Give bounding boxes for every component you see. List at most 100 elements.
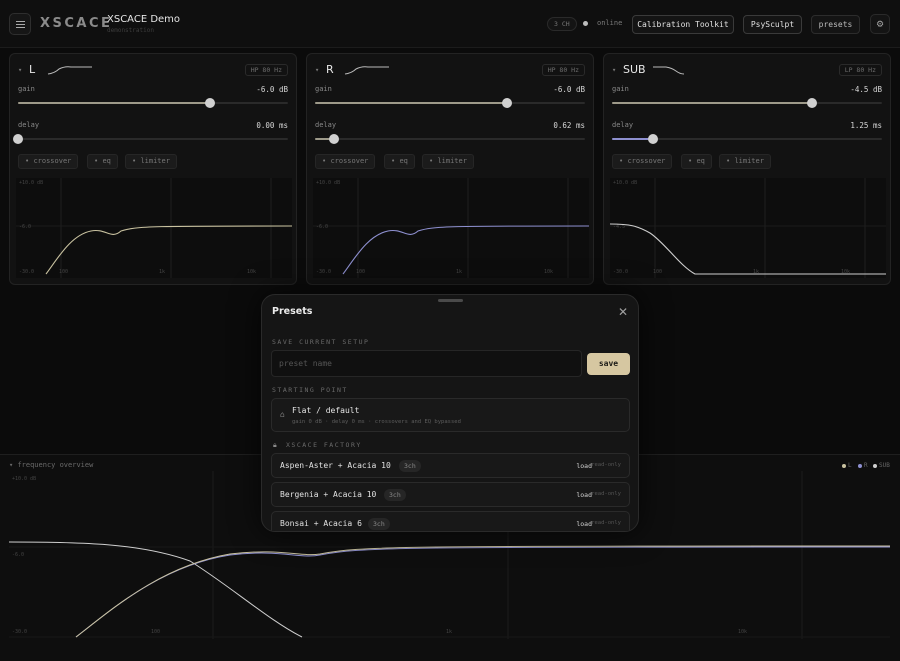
- preset-name: Aspen-Aster + Acacia 10: [280, 461, 391, 470]
- legend-r: R: [858, 462, 868, 469]
- limiter-toggle[interactable]: • limiter: [125, 154, 177, 169]
- channel-badge: 3ch: [368, 518, 390, 530]
- gain-slider[interactable]: [612, 98, 882, 108]
- preset-name-input[interactable]: [271, 350, 582, 377]
- collapse-chevron-icon[interactable]: ▾: [612, 66, 616, 74]
- crossover-toggle[interactable]: • crossover: [18, 154, 79, 169]
- collapse-chevron-icon[interactable]: ▾: [18, 66, 22, 74]
- drag-handle[interactable]: [438, 299, 463, 302]
- sub-curve: [8, 541, 303, 638]
- svg-text:10k: 10k: [544, 269, 553, 275]
- r-curve: [75, 546, 891, 638]
- delay-value: 1.25 ms: [850, 121, 882, 130]
- delay-slider-thumb[interactable]: [328, 134, 339, 144]
- channel-name: SUB: [623, 63, 646, 76]
- load-button[interactable]: load: [576, 462, 592, 470]
- svg-text:-30.0: -30.0: [613, 269, 628, 275]
- eq-toggle[interactable]: • eq: [87, 154, 118, 169]
- delay-label: delay: [315, 121, 337, 129]
- delay-slider[interactable]: [315, 134, 585, 144]
- close-button[interactable]: ✕: [618, 305, 628, 319]
- svg-text:+10.0 dB: +10.0 dB: [19, 180, 43, 186]
- gain-slider-thumb[interactable]: [501, 98, 512, 108]
- channel-response-graph: +10.0 dB -6.0 -30.0 100 1k 10k: [16, 178, 292, 278]
- readonly-label: read-only: [591, 462, 621, 468]
- delay-slider[interactable]: [612, 134, 882, 144]
- eq-toggle[interactable]: • eq: [681, 154, 712, 169]
- crossover-toggle[interactable]: • crossover: [315, 154, 376, 169]
- starting-point-card[interactable]: ⌂ Flat / default gain 0 dB · delay 0 ms …: [271, 398, 630, 432]
- gain-slider-thumb[interactable]: [806, 98, 817, 108]
- filter-badge[interactable]: HP 80 Hz: [244, 64, 288, 76]
- svg-text:100: 100: [151, 629, 160, 635]
- channel-badge: 3ch: [384, 489, 406, 501]
- svg-text:-6.0: -6.0: [19, 224, 31, 230]
- gain-slider-thumb[interactable]: [204, 98, 215, 108]
- starting-desc: gain 0 dB · delay 0 ms · crossovers and …: [292, 419, 461, 425]
- close-icon: ✕: [617, 305, 628, 319]
- channel-count-badge: 3 CH: [547, 17, 577, 31]
- starting-title: Flat / default: [292, 406, 360, 415]
- delay-slider-thumb[interactable]: [13, 134, 23, 144]
- eq-toggle[interactable]: • eq: [384, 154, 415, 169]
- starting-section-label: STARTING POINT: [272, 386, 348, 394]
- svg-text:1k: 1k: [456, 269, 462, 275]
- status-text: online: [597, 19, 623, 27]
- load-button[interactable]: load: [576, 520, 592, 528]
- modal-title: Presets: [272, 306, 313, 317]
- response-sparkline: [47, 66, 92, 75]
- preset-name: Bonsai + Acacia 6: [280, 519, 362, 528]
- list-item[interactable]: Aspen-Aster + Acacia 10 3ch load read-on…: [271, 453, 630, 478]
- gain-value: -4.5 dB: [850, 85, 882, 94]
- channel-badge: 3ch: [399, 460, 421, 472]
- load-button[interactable]: load: [576, 491, 592, 499]
- svg-text:1k: 1k: [446, 629, 452, 635]
- channel-panel-r: ▾ R HP 80 Hz gain -6.0 dB delay 0.62 ms …: [306, 53, 594, 285]
- psysculpt-button[interactable]: PsySculpt: [743, 15, 802, 34]
- crossover-toggle[interactable]: • crossover: [612, 154, 673, 169]
- gain-slider[interactable]: [18, 98, 288, 108]
- channel-response-graph: +10.0 dB -4.5 -30.0 100 1k 10k: [610, 178, 886, 278]
- logo: XSCACE: [40, 16, 113, 31]
- presets-button[interactable]: presets: [811, 15, 860, 34]
- limiter-toggle[interactable]: • limiter: [719, 154, 771, 169]
- channel-panel-l: ▾ L HP 80 Hz gain -6.0 dB delay 0.00 ms …: [9, 53, 297, 285]
- legend-l: L: [842, 462, 852, 469]
- svg-text:+10.0 dB: +10.0 dB: [613, 180, 637, 186]
- calibration-toolkit-button[interactable]: Calibration Toolkit: [632, 15, 734, 34]
- list-item[interactable]: Bergenia + Acacia 10 3ch load read-only: [271, 482, 630, 507]
- menu-button[interactable]: [9, 13, 31, 35]
- settings-button[interactable]: ⚙: [870, 14, 890, 34]
- channel-name: R: [326, 63, 334, 76]
- svg-text:-6.0: -6.0: [316, 224, 328, 230]
- home-icon: ⌂: [280, 410, 285, 419]
- readonly-label: read-only: [591, 491, 621, 497]
- svg-text:+10.0 dB: +10.0 dB: [316, 180, 340, 186]
- app-title: XSCACE Demo: [107, 14, 181, 25]
- gear-icon: ⚙: [876, 17, 884, 30]
- delay-value: 0.62 ms: [553, 121, 585, 130]
- save-preset-button[interactable]: save: [587, 353, 630, 375]
- gain-slider[interactable]: [315, 98, 585, 108]
- list-item[interactable]: Bonsai + Acacia 6 3ch load read-only: [271, 511, 630, 531]
- svg-text:+10.0 dB: +10.0 dB: [12, 476, 36, 482]
- svg-text:1k: 1k: [159, 269, 165, 275]
- l-curve: [75, 545, 891, 638]
- delay-value: 0.00 ms: [256, 121, 288, 130]
- lock-icon: 🔒︎: [273, 441, 277, 449]
- delay-slider-thumb[interactable]: [647, 134, 658, 144]
- delay-slider[interactable]: [13, 134, 288, 144]
- filter-badge[interactable]: LP 80 Hz: [838, 64, 882, 76]
- filter-badge[interactable]: HP 80 Hz: [541, 64, 585, 76]
- preset-name: Bergenia + Acacia 10: [280, 490, 377, 499]
- collapse-chevron-icon[interactable]: ▾: [315, 66, 319, 74]
- svg-text:-6.0: -6.0: [12, 552, 24, 558]
- channel-panel-sub: ▾ SUB LP 80 Hz gain -4.5 dB delay 1.25 m…: [603, 53, 891, 285]
- readonly-label: read-only: [591, 520, 621, 526]
- overview-title[interactable]: ▾ frequency overview: [9, 461, 93, 469]
- svg-text:100: 100: [59, 269, 68, 275]
- legend-sub: SUB: [873, 462, 890, 469]
- limiter-toggle[interactable]: • limiter: [422, 154, 474, 169]
- app-subtitle: demonstration: [107, 27, 154, 34]
- gain-value: -6.0 dB: [553, 85, 585, 94]
